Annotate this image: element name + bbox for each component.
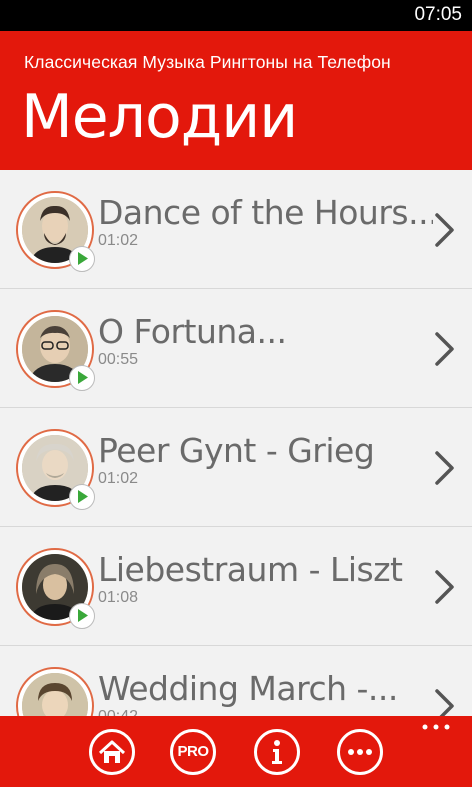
chevron-right-icon [435, 451, 454, 485]
avatar [16, 191, 95, 272]
list-item[interactable]: Liebestraum - Liszt 01:08 [0, 527, 472, 646]
chevron-right-icon [435, 332, 454, 366]
page-title: Мелодии [21, 82, 298, 152]
list-item[interactable]: O Fortuna... 00:55 [0, 289, 472, 408]
ringtone-duration: 01:02 [98, 470, 139, 487]
avatar [16, 548, 95, 629]
list-item[interactable]: Wedding March -... 00:42 [0, 646, 472, 716]
app-bar: PRO [0, 716, 472, 787]
ellipsis-icon [348, 749, 372, 755]
chevron-right-icon [435, 213, 454, 247]
list-item[interactable]: Peer Gynt - Grieg 01:02 [0, 408, 472, 527]
ringtone-title: Dance of the Hours... [98, 193, 433, 232]
header: Классическая Музыка Рингтоны на Телефон … [0, 31, 472, 170]
chevron-right-icon [435, 570, 454, 604]
app-title: Классическая Музыка Рингтоны на Телефон [24, 52, 391, 72]
ringtone-duration: 00:55 [98, 351, 139, 368]
pro-label: PRO [177, 743, 209, 760]
ringtone-title: Wedding March -... [98, 669, 398, 708]
ringtone-duration: 01:08 [98, 589, 139, 606]
ringtone-title: Peer Gynt - Grieg [98, 431, 375, 470]
status-time: 07:05 [414, 4, 462, 25]
pro-button[interactable]: PRO [170, 729, 216, 775]
ringtone-title: O Fortuna... [98, 312, 287, 351]
play-icon[interactable] [69, 246, 95, 272]
ringtone-duration: 01:02 [98, 232, 139, 249]
appbar-expand-icon[interactable] [420, 722, 452, 732]
play-icon[interactable] [69, 603, 95, 629]
avatar [16, 310, 95, 391]
avatar [16, 667, 94, 716]
info-icon [272, 740, 282, 764]
ringtone-title: Liebestraum - Liszt [98, 550, 403, 589]
more-button[interactable] [337, 729, 383, 775]
play-icon[interactable] [69, 365, 95, 391]
home-button[interactable] [89, 729, 135, 775]
play-icon[interactable] [69, 484, 95, 510]
chevron-right-icon [435, 689, 454, 716]
list-item[interactable]: Dance of the Hours... 01:02 [0, 170, 472, 289]
info-button[interactable] [254, 729, 300, 775]
home-icon [98, 740, 126, 763]
ringtone-list[interactable]: Dance of the Hours... 01:02 O Fortuna...… [0, 170, 472, 716]
ringtone-duration: 00:42 [98, 708, 138, 716]
avatar [16, 429, 95, 510]
status-bar: 07:05 [0, 0, 472, 31]
